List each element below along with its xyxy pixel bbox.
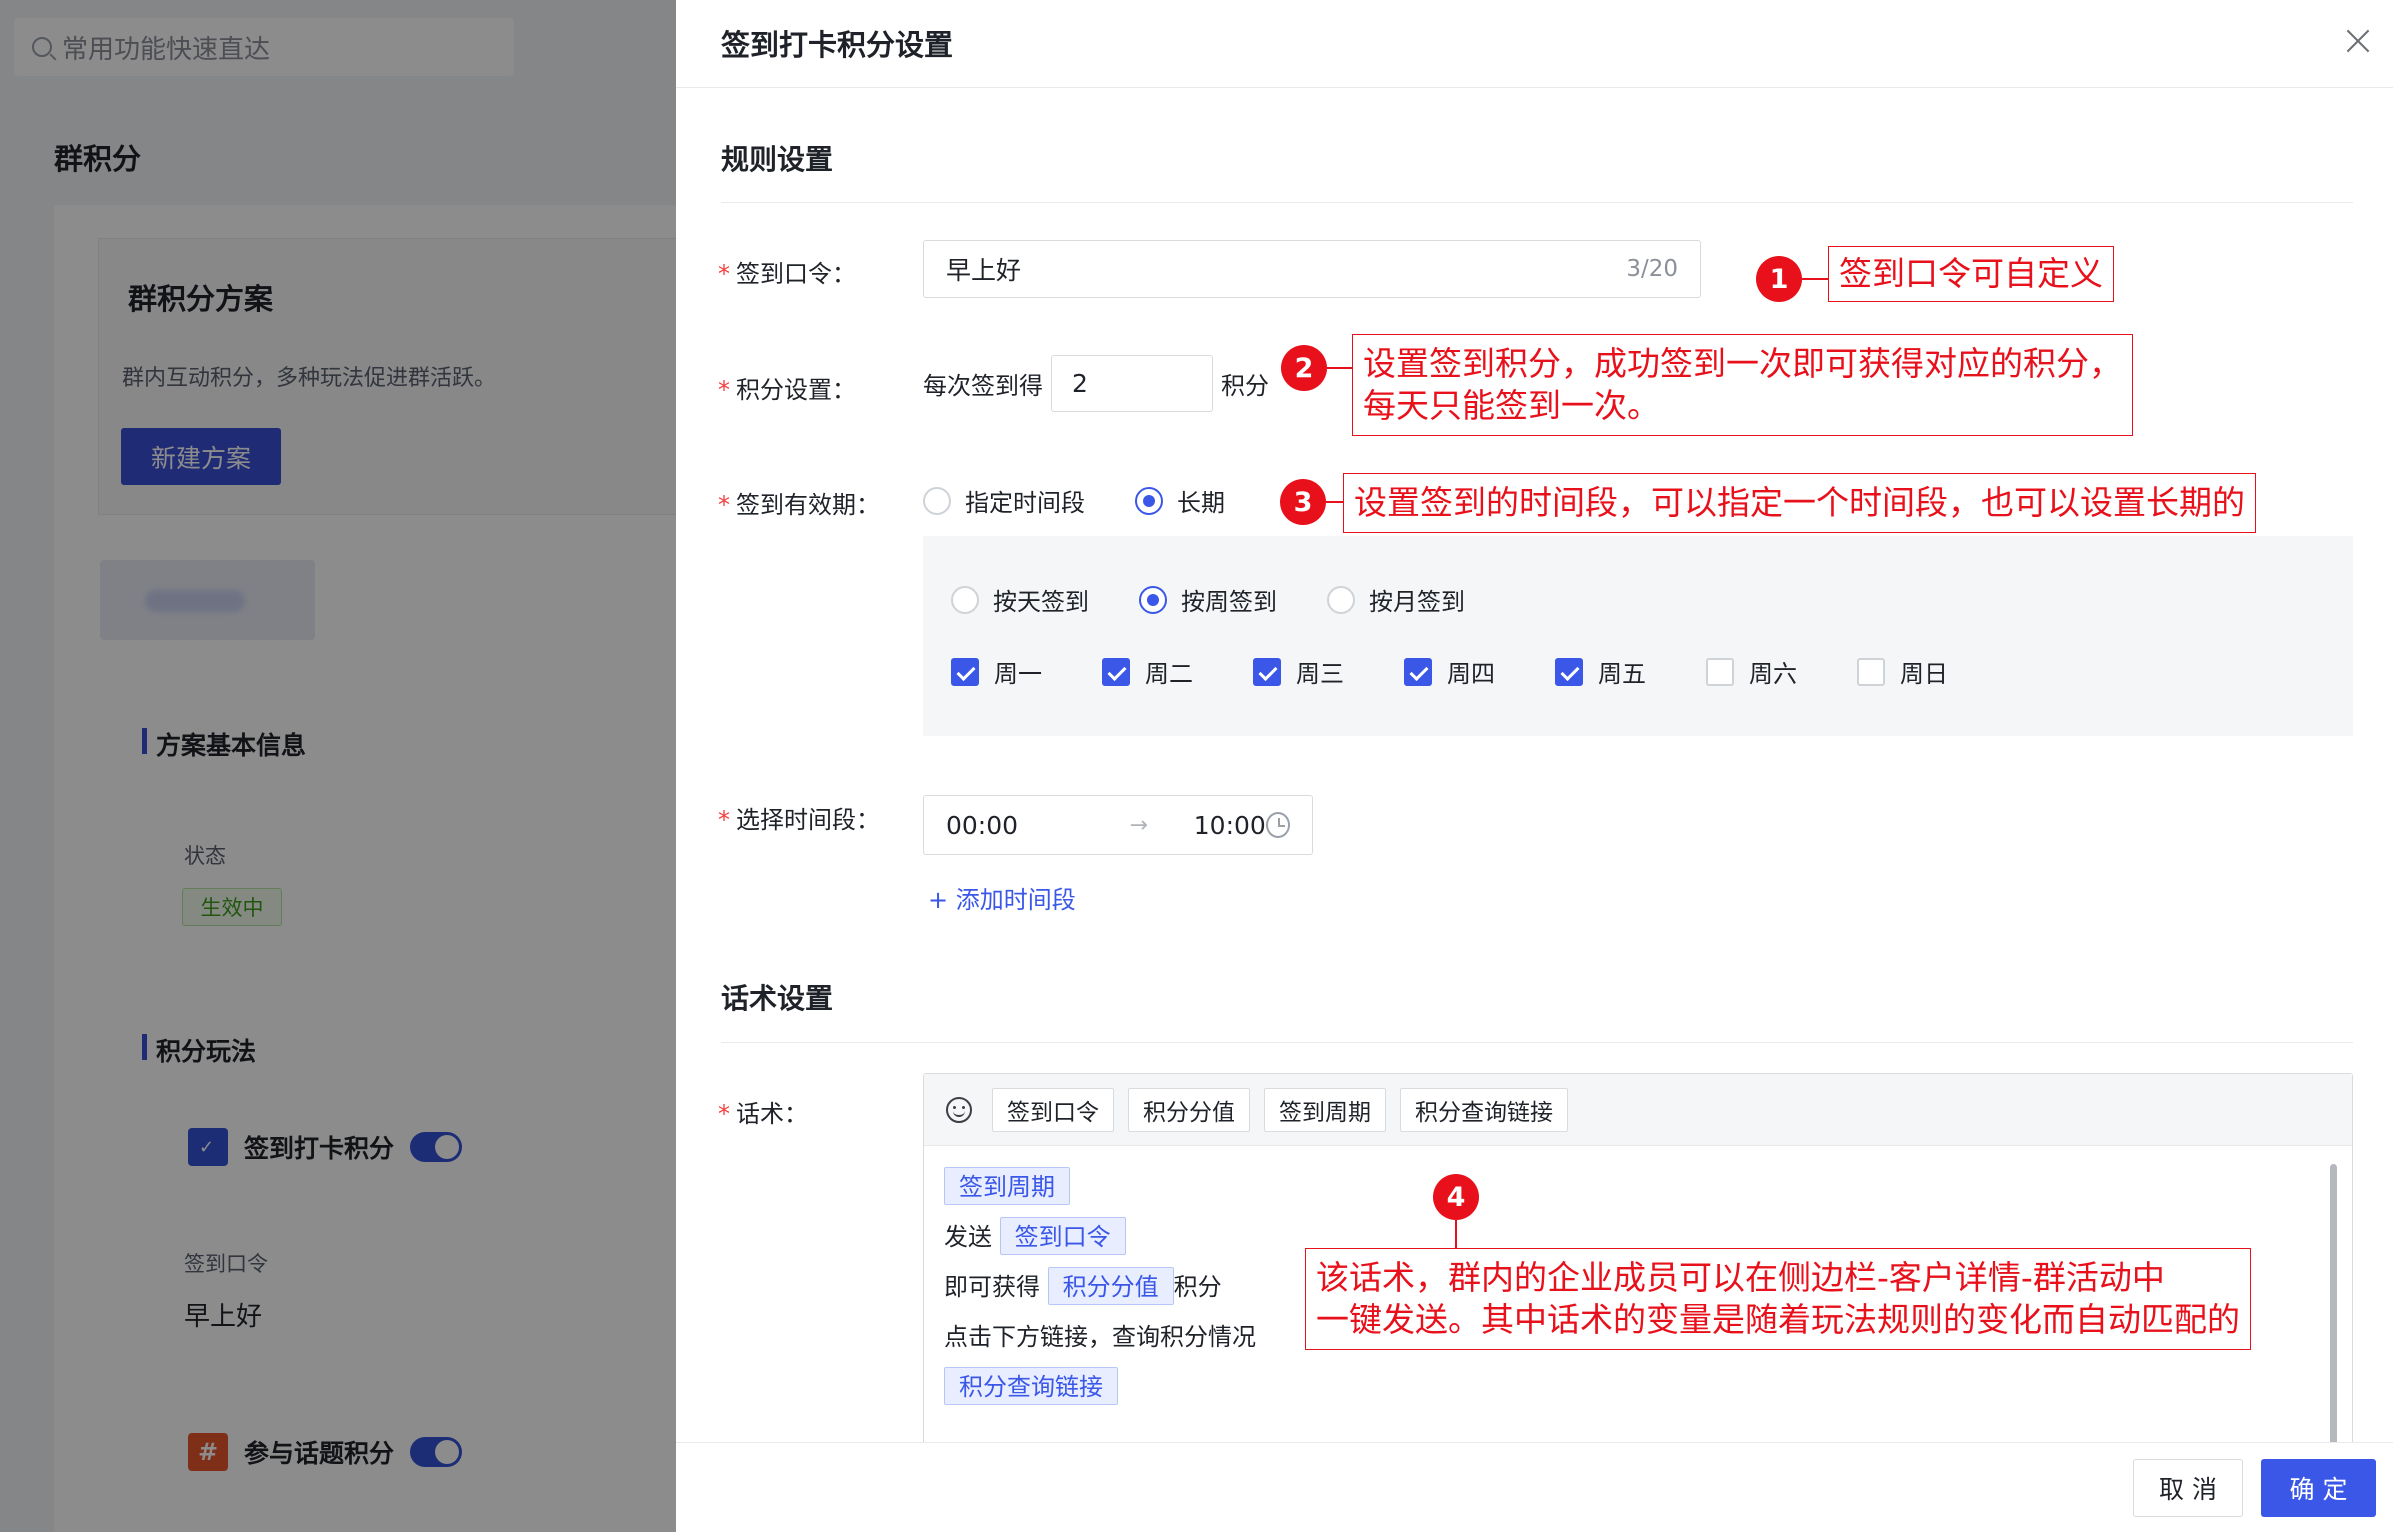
points-input[interactable]: 2 [1051,355,1213,412]
close-icon[interactable] [2341,24,2375,58]
validity-label: * 签到有效期： [718,491,880,519]
checkbox-sunday[interactable]: 周日 [1857,654,2008,689]
time-end[interactable]: 10:00 [1194,811,1266,840]
radio-daily[interactable]: 按天签到 [951,582,1089,617]
script-label: * 话术： [718,1100,808,1128]
annotation-connector [1326,501,1343,503]
checkbox-monday[interactable]: 周一 [951,654,1102,689]
radio-specified-period[interactable]: 指定时间段 [923,483,1085,518]
time-range-label: * 选择时间段： [718,806,880,834]
radio-circle [923,486,951,515]
add-time-range-link[interactable]: + 添加时间段 [928,880,1076,915]
editor-scrollbar[interactable] [2330,1164,2337,1450]
frequency-panel: 按天签到 按周签到 按月签到 周一 周二 周三 周四 周五 周六 周日 [923,536,2353,736]
frequency-radio-group: 按天签到 按周签到 按月签到 [951,582,1465,617]
arrow-right-icon: → [1129,812,1148,838]
annotation-box-4: 该话术，群内的企业成员可以在侧边栏-客户详情-群活动中 一键发送。其中话术的变量… [1305,1248,2251,1350]
section-divider [721,1042,2353,1043]
annotation-marker-4: 4 [1433,1174,1479,1220]
checkbox [1857,657,1885,686]
radio-long-term[interactable]: 长期 [1135,483,1225,518]
annotation-connector [1455,1220,1457,1248]
char-counter: 3/20 [1626,256,1678,282]
radio-circle [1139,585,1167,614]
variable-tag: 签到口令 [999,1217,1126,1255]
annotation-marker-2: 2 [1281,345,1327,391]
radio-circle [1327,585,1355,614]
confirm-button[interactable]: 确 定 [2261,1459,2376,1517]
checkbox-saturday[interactable]: 周六 [1706,654,1857,689]
drawer-footer: 取 消 确 定 [676,1442,2393,1532]
checkbox-wednesday[interactable]: 周三 [1253,654,1404,689]
checkbox [1253,657,1281,686]
section-divider [721,202,2353,203]
variable-tag: 签到周期 [944,1167,1070,1205]
validity-radio-group: 指定时间段 长期 [923,483,1225,518]
points-label: * 积分设置： [718,376,856,404]
annotation-box-3: 设置签到的时间段，可以指定一个时间段，也可以设置长期的 [1343,473,2256,533]
insert-points-query-link-button[interactable]: 积分查询链接 [1400,1087,1568,1132]
time-range-picker[interactable]: 00:00 → 10:00 [923,795,1313,855]
annotation-connector [1327,367,1352,369]
rule-section-title: 规则设置 [721,143,834,176]
annotation-marker-1: 1 [1756,256,1802,302]
annotation-marker-3: 3 [1280,479,1326,525]
checkbox [1555,657,1583,686]
drawer-header: 签到打卡积分设置 [676,0,2393,88]
clock-icon [1265,812,1290,838]
insert-points-value-button[interactable]: 积分分值 [1128,1087,1250,1132]
radio-monthly[interactable]: 按月签到 [1327,582,1465,617]
time-start[interactable]: 00:00 [946,811,1130,840]
checkbox [1706,657,1734,686]
editor-content[interactable]: 签到周期 发送 签到口令 即可获得 积分分值 积分 点击下方链接，查询积分情况 积… [924,1162,1256,1412]
points-suffix: 积分 [1221,372,1269,400]
insert-checkin-code-button[interactable]: 签到口令 [992,1087,1114,1132]
radio-circle [1135,486,1163,515]
script-section-title: 话术设置 [721,982,834,1015]
emoji-icon[interactable] [946,1096,972,1123]
insert-checkin-period-button[interactable]: 签到周期 [1264,1087,1386,1132]
variable-tag: 积分查询链接 [944,1367,1118,1405]
drawer-title: 签到打卡积分设置 [721,28,954,62]
checkin-code-value: 早上好 [946,256,1022,285]
radio-circle [951,585,979,614]
checkbox-thursday[interactable]: 周四 [1404,654,1555,689]
checkbox-tuesday[interactable]: 周二 [1102,654,1253,689]
checkbox [951,657,979,686]
checkbox [1102,657,1130,686]
script-text-line: 点击下方链接，查询积分情况 [944,1323,1256,1351]
annotation-connector [1802,278,1828,280]
checkin-code-label: * 签到口令： [718,260,856,288]
annotation-box-2: 设置签到积分，成功签到一次即可获得对应的积分， 每天只能签到一次。 [1352,334,2133,436]
points-prefix: 每次签到得 [923,372,1043,400]
cancel-button[interactable]: 取 消 [2133,1459,2243,1517]
modal-mask[interactable] [0,0,676,1532]
editor-toolbar: 签到口令 积分分值 签到周期 积分查询链接 [924,1074,2352,1146]
checkbox [1404,657,1432,686]
points-row: 每次签到得 2 积分 [923,355,1269,412]
weekday-checkboxes: 周一 周二 周三 周四 周五 周六 周日 [951,654,2008,689]
variable-tag: 积分分值 [1047,1267,1174,1305]
radio-weekly[interactable]: 按周签到 [1139,582,1277,617]
annotation-box-1: 签到口令可自定义 [1828,246,2114,302]
checkbox-friday[interactable]: 周五 [1555,654,1706,689]
checkin-code-input[interactable]: 早上好 3/20 [923,240,1701,298]
